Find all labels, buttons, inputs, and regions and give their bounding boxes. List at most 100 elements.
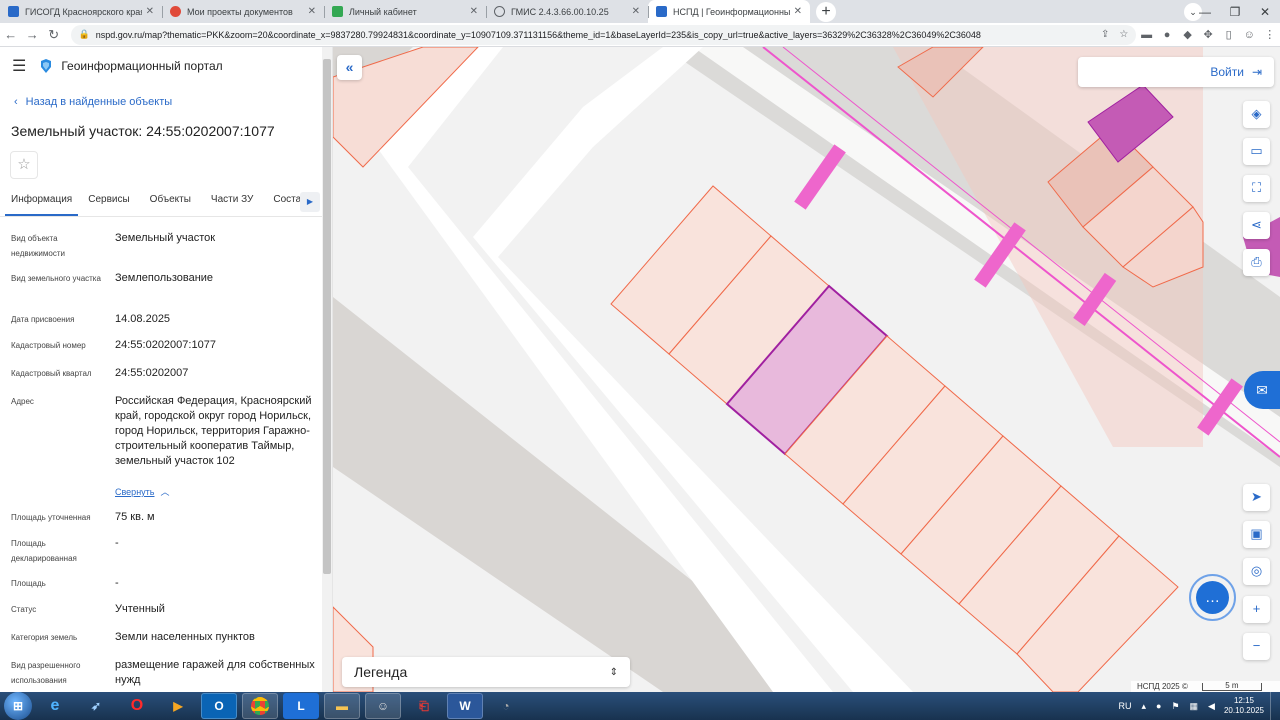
media-player-icon[interactable]: ▶ [160, 693, 196, 719]
menu-dots-icon[interactable]: ⋮ [1259, 28, 1280, 41]
app-icon[interactable]: ◔ [488, 693, 524, 719]
portal-logo-icon [41, 59, 52, 73]
close-tab-icon[interactable]: ✕ [146, 6, 154, 17]
start-button[interactable]: ⊞ [4, 692, 32, 720]
tab-information[interactable]: Информация [5, 189, 79, 216]
tray-app-icon[interactable]: ● [1156, 701, 1161, 711]
zoom-out-button[interactable]: − [1243, 633, 1270, 660]
chat-button[interactable]: … [1189, 574, 1236, 621]
collapse-panel-button[interactable]: « [337, 55, 362, 80]
scrollbar-thumb[interactable] [323, 59, 331, 574]
close-tab-icon[interactable]: ✕ [632, 6, 640, 17]
tab-title: ГМИС 2.4.3.66.00.10.25 [511, 6, 609, 17]
property-value: 24:55:0202007:1077 [115, 339, 216, 351]
layers-button[interactable]: ◈ [1243, 101, 1270, 128]
locate-button[interactable]: ➤ [1243, 484, 1270, 511]
new-tab-button[interactable]: + [816, 2, 836, 22]
property-label: Кадастровый квартал [11, 369, 92, 378]
app-icon[interactable]: ☺ [365, 693, 401, 719]
lock-icon[interactable]: 🔒 [79, 29, 90, 40]
file-explorer-icon[interactable]: ▬ [324, 693, 360, 719]
property-value: 75 кв. м [115, 511, 155, 523]
favorite-star-button[interactable]: ☆ [10, 151, 38, 179]
back-to-results-link[interactable]: ‹ Назад в найденные объекты [14, 96, 172, 108]
reload-icon[interactable]: ↻ [43, 27, 65, 43]
panel-header: ☰ Геоинформационный портал [0, 47, 332, 85]
minimize-icon[interactable]: — [1190, 5, 1220, 19]
share-button[interactable]: ⋖ [1243, 212, 1270, 239]
zoom-in-button[interactable]: + [1243, 596, 1270, 623]
app-icon[interactable]: ➶ [78, 693, 114, 719]
extension-icon[interactable]: ▬ [1136, 29, 1157, 41]
forward-arrow-icon[interactable]: → [22, 27, 44, 42]
side-panel-icon[interactable]: ▯ [1218, 28, 1239, 41]
property-label: Площадь декларированная [11, 539, 77, 563]
extension-icon[interactable]: ● [1157, 29, 1178, 41]
browser-tab[interactable]: ГМИС 2.4.3.66.00.10.25 ✕ [486, 0, 648, 23]
chrome-icon[interactable] [242, 693, 278, 719]
show-desktop-button[interactable] [1270, 692, 1280, 720]
updown-chevron-icon: ⇕ [609, 666, 618, 678]
network-icon[interactable]: ▦ [1190, 701, 1199, 712]
minus-icon: − [1252, 638, 1261, 653]
share-icon[interactable]: ⇪ [1101, 29, 1109, 40]
panel-scrollbar[interactable] [322, 47, 332, 692]
hamburger-menu-icon[interactable]: ☰ [12, 56, 26, 76]
volume-icon[interactable]: ◀ [1208, 701, 1215, 712]
browser-tab-active[interactable]: НСПД | Геоинформационный п ✕ [648, 0, 810, 23]
login-icon: ⇥ [1251, 65, 1262, 79]
map-canvas[interactable] [333, 47, 1280, 692]
close-tab-icon[interactable]: ✕ [470, 6, 478, 17]
property-label: Площадь [11, 579, 46, 588]
bookmark-star-icon[interactable]: ☆ [1119, 29, 1128, 40]
minimap-button[interactable]: ▣ [1243, 521, 1270, 548]
tab-objects[interactable]: Объекты [140, 189, 201, 216]
close-tab-icon[interactable]: ✕ [308, 6, 316, 17]
copyright-text: НСПД 2025 © [1137, 682, 1188, 691]
tab-parcel-parts[interactable]: Части ЗУ [201, 189, 263, 216]
language-indicator[interactable]: RU [1118, 701, 1131, 711]
support-badge-button[interactable]: ✉ [1244, 371, 1280, 409]
maximize-icon[interactable]: ❐ [1220, 5, 1250, 19]
location-pin-icon: ◎ [1250, 563, 1263, 578]
property-value: 14.08.2025 [115, 313, 171, 325]
app-icon[interactable]: L [283, 693, 319, 719]
word-icon[interactable]: W [447, 693, 483, 719]
browser-tab[interactable]: Личный кабинет ✕ [324, 0, 486, 23]
tab-title: Мои проекты документов [187, 6, 293, 17]
geolocation-button[interactable]: ◎ [1243, 558, 1270, 585]
flag-icon[interactable]: ⚑ [1171, 701, 1179, 712]
close-window-icon[interactable]: ✕ [1250, 5, 1280, 19]
share-icon: ⋖ [1251, 217, 1262, 232]
property-label: Кадастровый номер [11, 341, 86, 350]
clock[interactable]: 12:15 20.10.2025 [1224, 696, 1264, 716]
tray-arrow-icon[interactable]: ▴ [1141, 701, 1146, 712]
system-tray: RU ▴ ● ⚑ ▦ ◀ 12:15 20.10.2025 [1113, 692, 1280, 720]
property-value: - [115, 537, 119, 549]
extensions-puzzle-icon[interactable]: ✥ [1198, 28, 1219, 41]
pdf-reader-icon[interactable]: ⎗ [406, 693, 442, 719]
url-text[interactable]: nspd.gov.ru/map?thematic=PKK&zoom=20&coo… [96, 30, 1091, 40]
site-favicon-icon [332, 6, 343, 17]
extension-icon[interactable]: ◆ [1177, 28, 1198, 41]
ie-icon[interactable]: e [37, 693, 73, 719]
browser-tab[interactable]: ГИСОГД Красноярского края ✕ [0, 0, 162, 23]
measure-button[interactable]: ▭ [1243, 138, 1270, 165]
close-tab-icon[interactable]: ✕ [794, 6, 802, 17]
collapse-link[interactable]: Свернуть ︿ [115, 485, 170, 498]
legend-dropdown[interactable]: Легенда ⇕ [342, 657, 630, 687]
print-button[interactable]: ⎙ [1243, 249, 1270, 276]
clock-time: 12:15 [1233, 696, 1254, 705]
login-label: Войти [1210, 65, 1244, 79]
login-button[interactable]: Войти ⇥ [1078, 57, 1274, 87]
browser-tab[interactable]: Мои проекты документов ✕ [162, 0, 324, 23]
back-arrow-icon[interactable]: ← [0, 27, 22, 42]
outlook-icon[interactable]: O [201, 693, 237, 719]
tabs-scroll-right-button[interactable]: ▶ [300, 192, 320, 212]
url-field[interactable]: 🔒 nspd.gov.ru/map?thematic=PKK&zoom=20&c… [70, 24, 1137, 45]
select-area-button[interactable]: ⛶ [1243, 175, 1270, 202]
tab-services[interactable]: Сервисы [78, 189, 139, 216]
opera-icon[interactable]: O [119, 693, 155, 719]
profile-icon[interactable]: ☺ [1239, 29, 1260, 41]
browser-tab-strip: ГИСОГД Красноярского края ✕ Мои проекты д… [0, 0, 1280, 23]
